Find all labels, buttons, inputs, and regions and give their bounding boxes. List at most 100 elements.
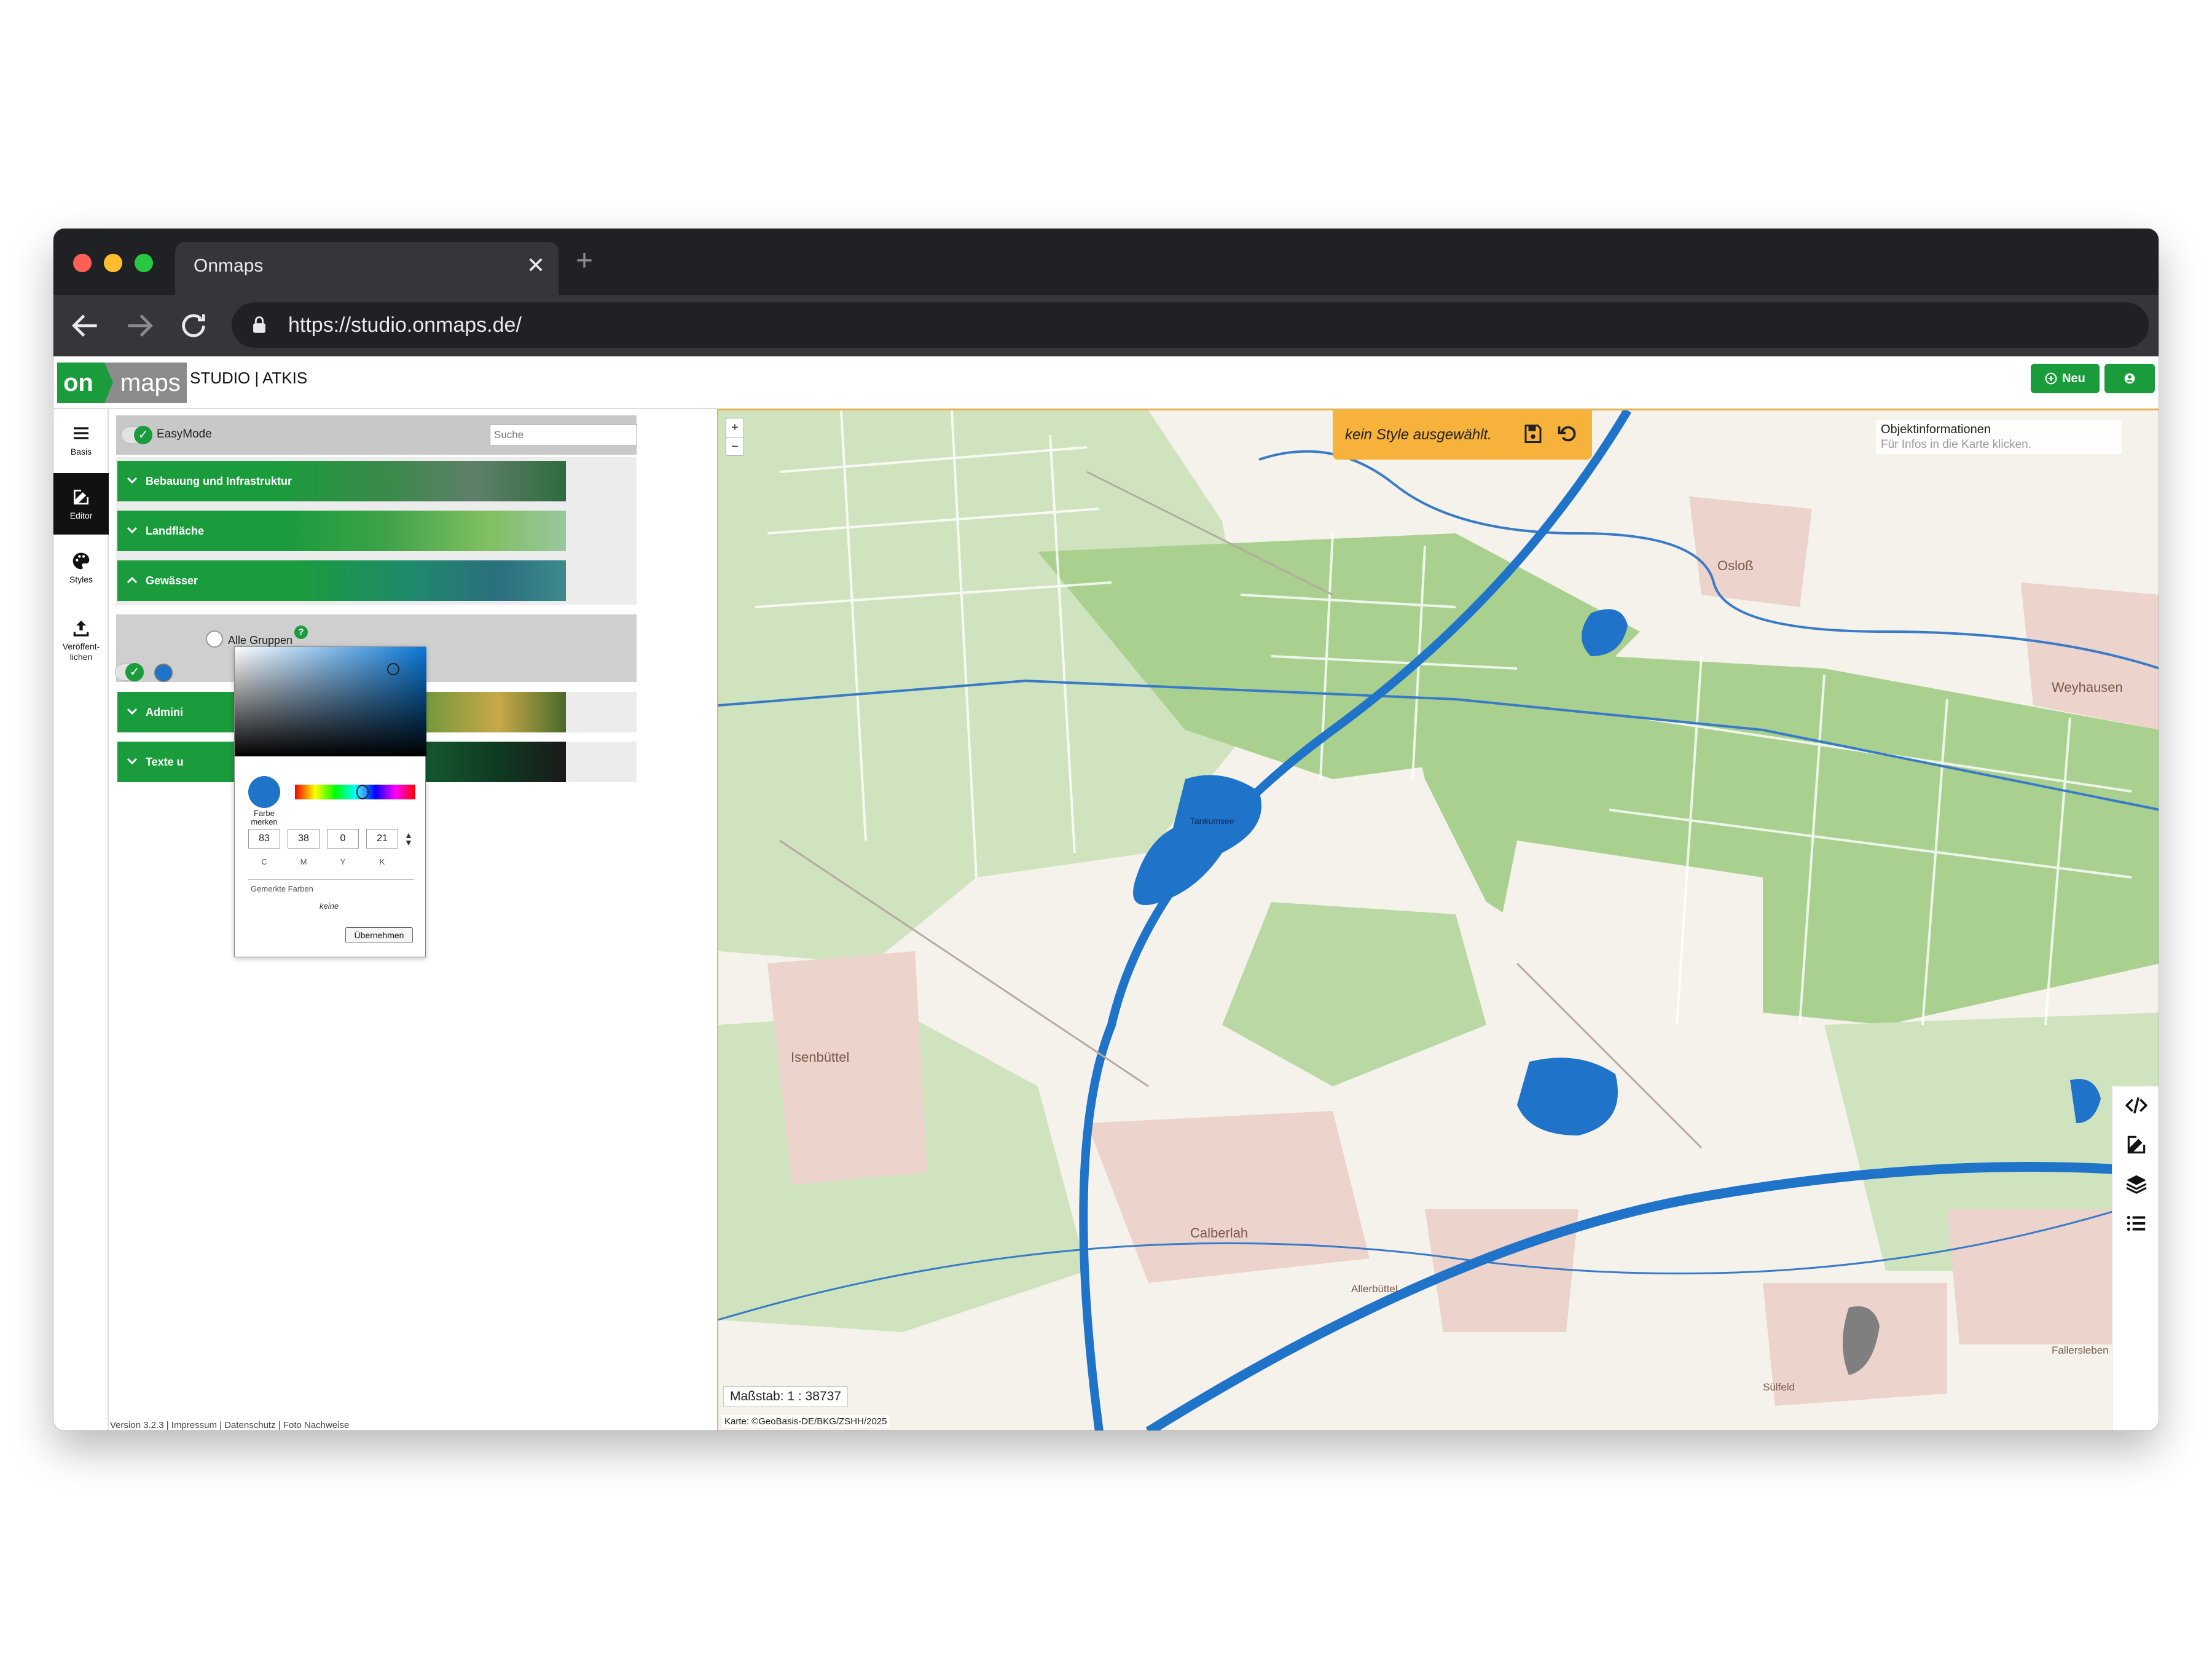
category-landflaeche[interactable]: Landfläche	[117, 511, 566, 551]
all-groups-label: Alle Gruppen	[228, 634, 293, 646]
reload-icon[interactable]	[176, 308, 211, 343]
user-button[interactable]	[2104, 364, 2155, 393]
tab-close-icon[interactable]: ✕	[527, 253, 545, 278]
cmyk-m-input[interactable]: 38	[288, 829, 320, 849]
new-button[interactable]: Neu	[2031, 364, 2100, 393]
map-view[interactable]: + − Osloß Weyhausen Isenbüttel Calberlah…	[717, 409, 2159, 1430]
tab-bar: Onmaps ✕ +	[53, 229, 2159, 295]
lock-icon	[253, 316, 265, 333]
cmyk-y-input[interactable]: 0	[327, 829, 359, 849]
place-label: Allerbüttel	[1351, 1283, 1398, 1295]
lake-label: Tankumsee	[1190, 816, 1234, 826]
place-label: Sülfeld	[1763, 1381, 1795, 1393]
tab-title: Onmaps	[194, 256, 264, 276]
stepper-icon[interactable]: ▲ ▼	[404, 831, 413, 847]
object-info-title: Objektinformationen	[1881, 423, 1991, 436]
divider	[248, 879, 414, 880]
edit-icon[interactable]	[2125, 1133, 2148, 1156]
search-input[interactable]	[490, 424, 637, 446]
all-groups-radio[interactable]	[206, 630, 223, 648]
color-picker: Farbe merken 83 38 0 21 ▲ ▼ C M Y K Gemerk…	[234, 646, 426, 957]
cmyk-c-label: C	[261, 857, 267, 866]
close-window-button[interactable]	[73, 254, 92, 272]
place-label: Weyhausen	[2052, 680, 2123, 695]
zoom-out-button[interactable]: −	[726, 437, 743, 455]
category-label: Admini	[146, 705, 183, 718]
user-icon	[2124, 373, 2135, 384]
browser-tab[interactable]: Onmaps ✕	[175, 242, 559, 295]
remember-label-line1: Farbe	[254, 809, 275, 818]
plus-circle-icon	[2045, 372, 2057, 385]
forward-icon[interactable]	[122, 308, 157, 343]
cmyk-c-input[interactable]: 83	[248, 829, 280, 849]
category-spacer	[566, 742, 637, 782]
onmaps-logo[interactable]: on maps	[57, 363, 187, 403]
category-gewaesser[interactable]: Gewässer	[117, 560, 566, 601]
category-spacer	[566, 692, 637, 732]
easymode-toggle[interactable]: ✓	[121, 426, 153, 444]
upload-icon	[73, 621, 89, 637]
hue-handle[interactable]	[356, 785, 369, 799]
code-icon[interactable]	[2125, 1094, 2148, 1117]
hue-slider[interactable]	[295, 785, 415, 799]
save-icon[interactable]	[1522, 423, 1544, 445]
place-label: Osloß	[1717, 558, 1754, 573]
undo-icon[interactable]	[1556, 423, 1579, 445]
side-rail: Basis Editor Styles Veröffent- lichen	[53, 409, 109, 1430]
easymode-label: EasyMode	[157, 428, 212, 441]
color-swatch-button[interactable]	[154, 664, 173, 682]
cmyk-k-label: K	[379, 857, 385, 866]
map-tools	[2112, 1086, 2159, 1430]
apply-button[interactable]: Übernehmen	[345, 927, 413, 943]
zoom-control: + −	[726, 418, 744, 456]
object-info-panel: Objektinformationen Für Infos in die Kar…	[1876, 420, 2122, 454]
easymode-bar: ✓ EasyMode	[116, 415, 637, 455]
editor-panel: ✓ EasyMode Bebauung und Infrastruktur La…	[109, 409, 717, 1430]
place-label: Isenbüttel	[791, 1049, 850, 1065]
rail-editor[interactable]: Editor	[53, 473, 109, 535]
rail-basis[interactable]: Basis	[53, 409, 109, 471]
object-info-hint: Für Infos in die Karte klicken.	[1881, 438, 2031, 451]
rail-styles[interactable]: Styles	[53, 537, 109, 598]
place-label: Calberlah	[1190, 1225, 1249, 1241]
palette-icon	[73, 552, 90, 569]
minimize-window-button[interactable]	[104, 254, 122, 272]
back-icon[interactable]	[68, 308, 103, 343]
category-bebauung[interactable]: Bebauung und Infrastruktur	[117, 461, 566, 501]
remember-label-line2: merken	[251, 817, 278, 826]
cmyk-k-input[interactable]: 21	[366, 829, 398, 849]
sv-handle[interactable]	[387, 663, 399, 675]
rail-editor-label: Editor	[69, 510, 93, 520]
style-status-text: kein Style ausgewählt.	[1345, 426, 1492, 443]
map-canvas[interactable]	[718, 410, 2159, 1430]
layers-icon[interactable]	[2125, 1172, 2148, 1196]
map-scale: Maßstab: 1 : 38737	[723, 1386, 848, 1407]
edit-icon	[74, 489, 88, 504]
rail-publish[interactable]: Veröffent- lichen	[53, 603, 109, 677]
remember-color-label: Farbe merken	[242, 809, 286, 826]
style-status-bar: kein Style ausgewählt.	[1333, 410, 1592, 460]
new-tab-button[interactable]: +	[576, 246, 593, 276]
footer-links[interactable]: Version 3.2.3 | Impressum | Datenschutz …	[110, 1420, 349, 1430]
saturation-value-area[interactable]	[235, 647, 426, 756]
zoom-in-button[interactable]: +	[726, 418, 743, 437]
logo-on: on	[57, 363, 113, 403]
category-label: Texte u	[146, 755, 184, 768]
rail-publish-label-1: Veröffent-	[62, 641, 100, 651]
category-label: Bebauung und Infrastruktur	[146, 474, 292, 487]
maximize-window-button[interactable]	[135, 254, 153, 272]
map-credit: Karte: ©GeoBasis-DE/BKG/ZSHH/2025	[722, 1415, 890, 1428]
menu-icon	[74, 426, 88, 439]
logo-maps: maps	[104, 363, 187, 403]
category-label: Landfläche	[146, 524, 205, 537]
browser-window: Onmaps ✕ + https://studio.onmaps.de/ on …	[53, 229, 2159, 1430]
cmyk-y-label: Y	[340, 857, 346, 866]
address-bar[interactable]: https://studio.onmaps.de/	[232, 302, 2149, 348]
list-icon[interactable]	[2125, 1212, 2148, 1235]
group-toggle[interactable]: ✓	[115, 663, 144, 681]
current-color-swatch[interactable]	[248, 776, 280, 808]
app-header: on maps STUDIO | ATKIS Neu	[53, 356, 2159, 409]
onmaps-app: on maps STUDIO | ATKIS Neu Basis Editor	[53, 356, 2159, 1430]
help-icon[interactable]: ?	[294, 626, 308, 639]
saved-colors-empty: keine	[320, 901, 339, 911]
